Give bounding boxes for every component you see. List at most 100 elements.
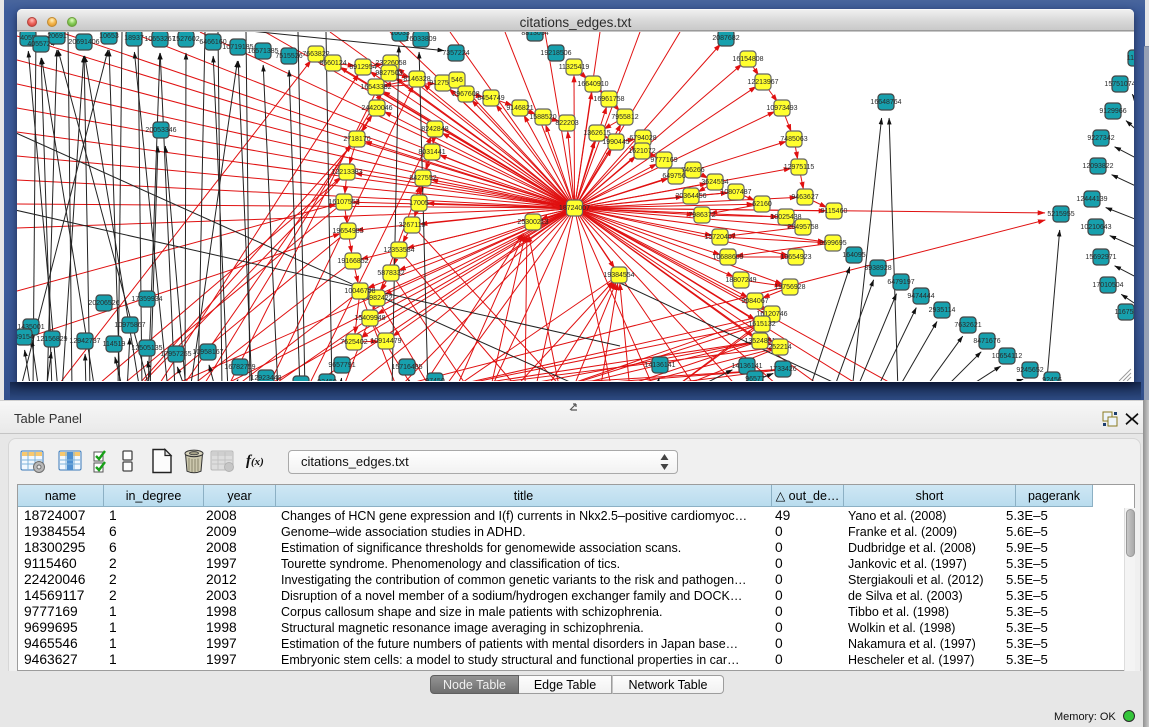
svg-text:24420046: 24420046 xyxy=(361,105,392,112)
svg-text:1362615: 1362615 xyxy=(583,130,610,137)
svg-text:25300213: 25300213 xyxy=(517,219,548,226)
svg-text:9463627: 9463627 xyxy=(791,194,818,201)
svg-text:7357224: 7357224 xyxy=(442,50,469,57)
svg-text:10653267: 10653267 xyxy=(144,36,175,43)
svg-text:10975867: 10975867 xyxy=(114,322,145,329)
svg-text:20206526: 20206526 xyxy=(88,300,119,307)
svg-text:15751074: 15751074 xyxy=(1104,81,1134,88)
svg-text:20691406: 20691406 xyxy=(68,39,99,46)
svg-text:15692971: 15692971 xyxy=(1085,254,1116,261)
svg-text:16154808: 16154808 xyxy=(732,56,763,63)
svg-text:19218506: 19218506 xyxy=(540,50,571,57)
svg-text:18937: 18937 xyxy=(124,35,144,42)
svg-text:96577: 96577 xyxy=(745,376,765,381)
svg-text:16033809: 16033809 xyxy=(405,36,436,43)
svg-text:10914479: 10914479 xyxy=(370,338,401,345)
svg-text:10688609: 10688609 xyxy=(712,254,743,261)
svg-text:12942737: 12942737 xyxy=(69,338,100,345)
svg-text:546: 546 xyxy=(451,77,463,84)
svg-text:8454749: 8454749 xyxy=(477,95,504,102)
svg-text:8242848: 8242848 xyxy=(421,126,448,133)
svg-text:7955812: 7955812 xyxy=(611,114,638,121)
svg-text:15409948: 15409948 xyxy=(354,315,385,322)
svg-text:5215955: 5215955 xyxy=(1047,211,1074,218)
svg-text:9227342: 9227342 xyxy=(1087,135,1114,142)
svg-text:9115460: 9115460 xyxy=(821,208,848,215)
svg-text:16107553: 16107553 xyxy=(328,199,359,206)
svg-text:10210643: 10210643 xyxy=(1080,224,1111,231)
svg-text:8813054: 8813054 xyxy=(521,32,548,37)
svg-text:19654985: 19654985 xyxy=(332,228,363,235)
svg-text:10958167: 10958167 xyxy=(192,349,223,356)
svg-text:1527602: 1527602 xyxy=(172,36,199,43)
svg-text:10807487: 10807487 xyxy=(720,189,751,196)
svg-text:20691: 20691 xyxy=(47,33,67,40)
svg-text:19756928: 19756928 xyxy=(774,284,805,291)
svg-text:2935114: 2935114 xyxy=(929,307,956,314)
svg-text:1990445: 1990445 xyxy=(602,139,629,146)
svg-text:16543382: 16543382 xyxy=(360,84,391,91)
svg-text:12444139: 12444139 xyxy=(1076,196,1107,203)
svg-text:11124: 11124 xyxy=(1127,55,1134,62)
svg-text:14136141: 14136141 xyxy=(731,363,762,370)
svg-text:9474444: 9474444 xyxy=(907,293,934,300)
svg-text:19654923: 19654923 xyxy=(780,254,811,261)
svg-text:12923448: 12923448 xyxy=(250,375,281,381)
svg-text:17957265: 17957265 xyxy=(160,351,191,358)
svg-text:17005: 17005 xyxy=(409,200,429,207)
svg-text:20053346: 20053346 xyxy=(145,127,176,134)
svg-text:16640910: 16640910 xyxy=(577,81,608,88)
svg-text:7625402: 7625402 xyxy=(340,339,367,346)
svg-text:12093822: 12093822 xyxy=(1082,163,1113,170)
svg-text:9657791: 9657791 xyxy=(328,362,355,369)
svg-text:9245652: 9245652 xyxy=(1016,367,1043,374)
svg-text:12213967: 12213967 xyxy=(747,79,778,86)
svg-text:1588520: 1588520 xyxy=(529,114,556,121)
svg-text:9699695: 9699695 xyxy=(819,240,846,247)
svg-text:10973493: 10973493 xyxy=(766,105,797,112)
svg-text:7485063: 7485063 xyxy=(780,136,807,143)
svg-text:92450: 92450 xyxy=(317,379,337,381)
svg-text:8471676: 8471676 xyxy=(973,338,1000,345)
svg-text:19166852: 19166852 xyxy=(337,258,368,265)
svg-text:1621072: 1621072 xyxy=(628,148,655,155)
svg-text:62160: 62160 xyxy=(752,201,772,208)
svg-text:1615132: 1615132 xyxy=(748,321,775,328)
svg-text:12213383: 12213383 xyxy=(331,169,362,176)
svg-text:9129966: 9129966 xyxy=(1099,108,1126,115)
svg-text:8912954: 8912954 xyxy=(349,64,376,71)
svg-text:2718170: 2718170 xyxy=(343,136,370,143)
svg-text:18807249: 18807249 xyxy=(725,277,756,284)
svg-text:12353584: 12353584 xyxy=(383,247,414,254)
svg-text:5878332: 5878332 xyxy=(377,270,404,277)
svg-text:16782759: 16782759 xyxy=(224,364,255,371)
svg-text:12505135: 12505135 xyxy=(131,345,162,352)
svg-text:7632621: 7632621 xyxy=(954,322,981,329)
svg-text:17010504: 17010504 xyxy=(1092,282,1123,289)
svg-text:16571385: 16571385 xyxy=(247,48,278,55)
svg-text:16648764: 16648764 xyxy=(870,99,901,106)
svg-text:2967608: 2967608 xyxy=(452,91,479,98)
svg-text:252214: 252214 xyxy=(768,344,791,351)
svg-text:114519: 114519 xyxy=(103,341,126,348)
svg-text:3624554: 3624554 xyxy=(701,179,728,186)
svg-text:97450: 97450 xyxy=(425,378,445,381)
svg-text:12156829: 12156829 xyxy=(36,336,67,343)
svg-text:17359934: 17359934 xyxy=(131,296,162,303)
svg-text:11325419: 11325419 xyxy=(559,64,590,71)
svg-text:2087682: 2087682 xyxy=(712,35,739,42)
svg-text:8427552: 8427552 xyxy=(409,175,436,182)
svg-text:116753: 116753 xyxy=(1115,309,1134,316)
svg-text:9827503: 9827503 xyxy=(375,70,402,77)
svg-text:15720407: 15720407 xyxy=(704,234,735,241)
svg-text:26495758: 26495758 xyxy=(787,224,818,231)
svg-text:16961758: 16961758 xyxy=(593,96,624,103)
svg-text:7986372: 7986372 xyxy=(688,212,715,219)
svg-text:9777169: 9777169 xyxy=(650,157,677,164)
svg-text:39154: 39154 xyxy=(17,334,34,341)
svg-text:9084067: 9084067 xyxy=(741,298,768,305)
svg-text:7515526: 7515526 xyxy=(275,53,302,60)
svg-text:12975115: 12975115 xyxy=(784,164,815,171)
svg-text:8660124: 8660124 xyxy=(319,60,346,67)
svg-text:20364456: 20364456 xyxy=(675,193,706,200)
